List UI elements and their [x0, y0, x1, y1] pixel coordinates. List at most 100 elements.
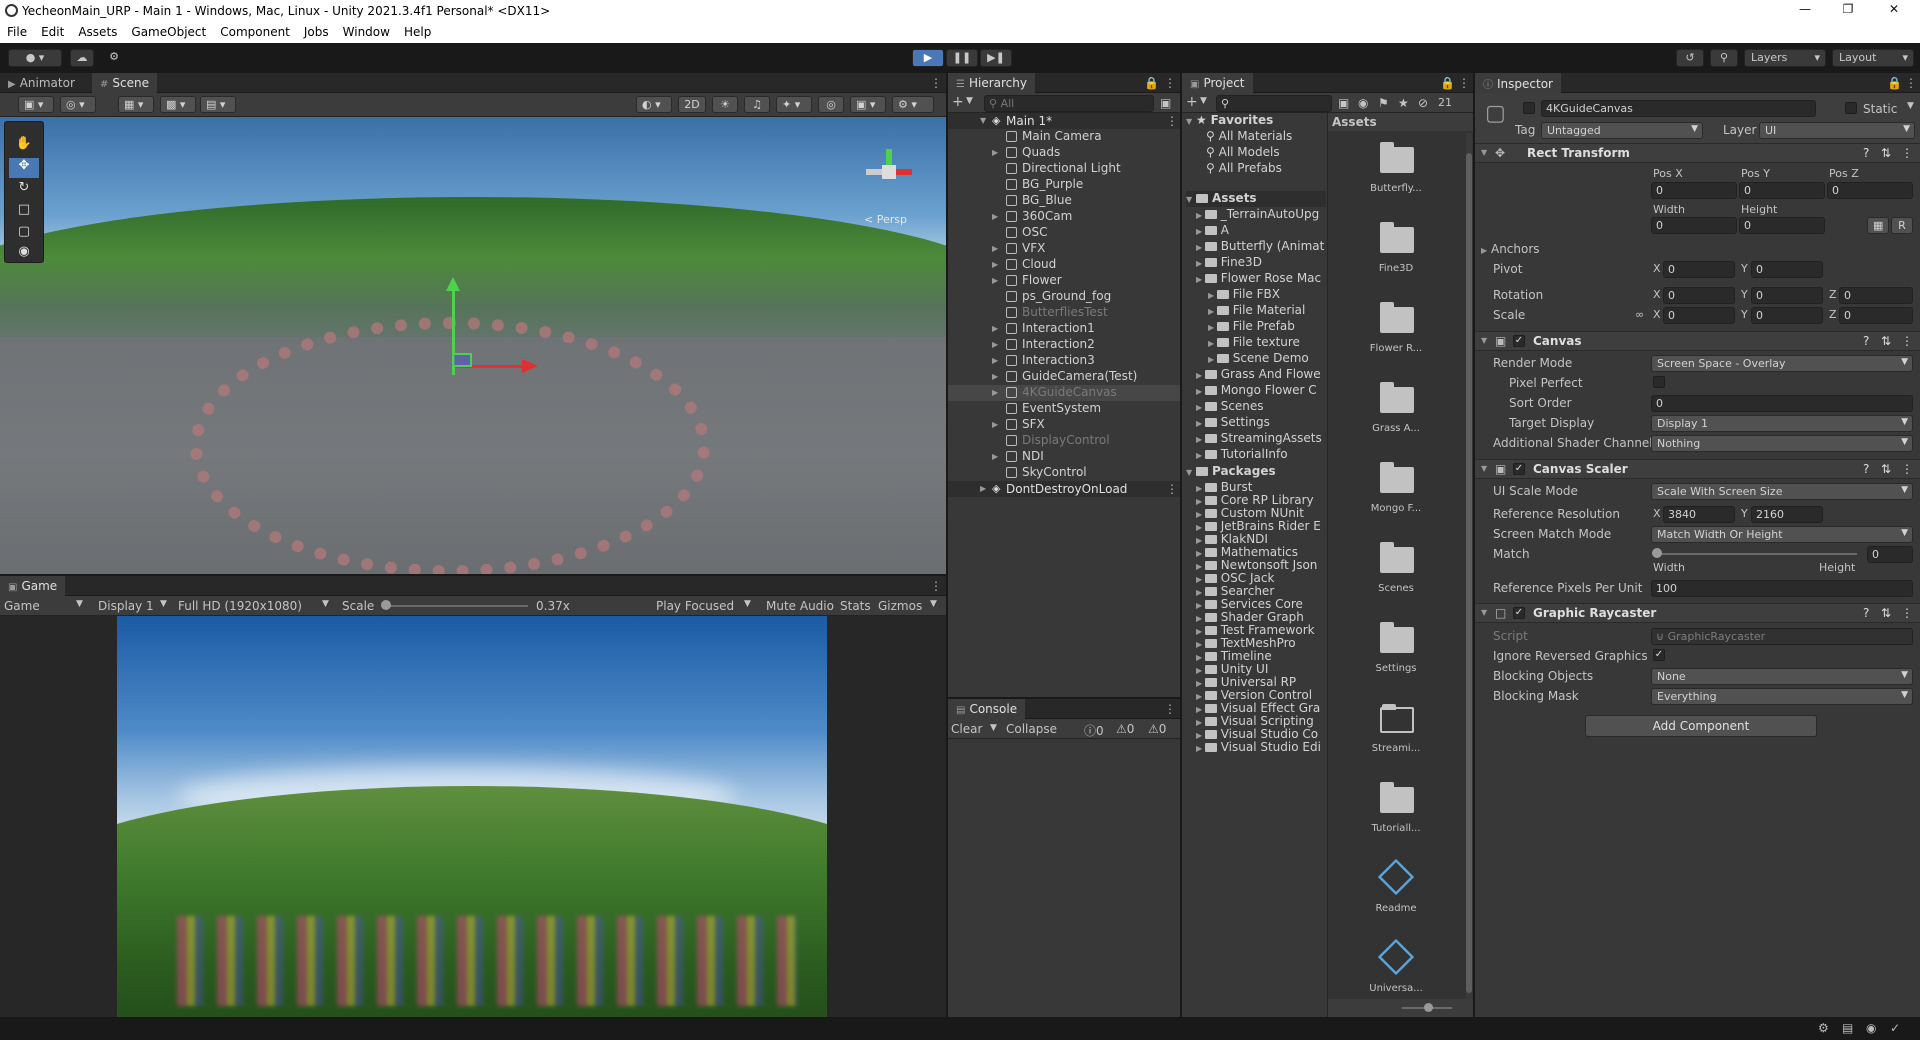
filter-icon[interactable]: ◉ [1358, 96, 1368, 110]
ignore-reversed-checkbox[interactable]: ✓ [1653, 649, 1665, 661]
grid-asset[interactable]: Grass A... [1338, 373, 1458, 451]
anchors-row[interactable]: ▶ Anchors [1481, 242, 1540, 256]
layers-dropdown[interactable]: Layers ▾ [1744, 49, 1826, 67]
grid-asset[interactable]: Flower R... [1338, 293, 1458, 371]
asset-folder[interactable]: ▶ Fine3D [1196, 255, 1326, 271]
expand-arrow-icon[interactable]: ▶ [1196, 627, 1205, 636]
packages-header[interactable]: ▼ Packages [1186, 464, 1276, 480]
resolution-dropdown[interactable]: Full HD (1920x1080) [178, 599, 302, 613]
mute-audio-button[interactable]: Mute Audio [766, 599, 834, 613]
game-view-dropdown[interactable]: Game [4, 599, 40, 613]
cloud-icon[interactable]: ☁ [70, 49, 94, 67]
canvas-header[interactable]: ▼ ▣ ✓ Canvas ? ⇅ ⋮ [1475, 331, 1920, 351]
global-dropdown[interactable]: ◎ ▾ [60, 96, 96, 113]
expand-arrow-icon[interactable]: ▶ [1208, 291, 1217, 300]
expand-arrow-icon[interactable]: ▶ [992, 212, 998, 221]
asset-folder[interactable]: ▶ Settings [1196, 415, 1326, 431]
component-menu-icon[interactable]: ⋮ [1901, 334, 1913, 348]
asset-folder[interactable]: ▶ Scenes [1196, 399, 1326, 415]
progress-icon[interactable]: ▤ [1842, 1021, 1853, 1035]
help-icon[interactable]: ? [1863, 334, 1869, 348]
menu-window[interactable]: Window [336, 22, 397, 39]
hierarchy-item[interactable]: ps_Ground_fog [948, 289, 1180, 305]
expand-arrow-icon[interactable]: ▶ [992, 260, 998, 269]
expand-arrow-icon[interactable]: ▶ [1196, 387, 1205, 396]
match-value-field[interactable]: 0 [1867, 546, 1913, 563]
persp-label[interactable]: < Persp [864, 213, 907, 226]
favorite-item[interactable]: ⚲ All Models [1206, 145, 1280, 161]
expand-arrow-icon[interactable]: ▶ [1196, 510, 1205, 519]
expand-arrow-icon[interactable]: ▶ [1196, 211, 1205, 220]
posy-field[interactable]: 0 [1739, 182, 1825, 199]
scene-menu-icon[interactable]: ⋮ [1166, 114, 1178, 128]
hierarchy-item[interactable]: ButterfliesTest [948, 305, 1180, 321]
info-count-button[interactable]: ⓘ0 [1084, 722, 1104, 739]
target-display-dropdown[interactable]: Display 1 ▼ [1651, 415, 1913, 432]
pixel-perfect-checkbox[interactable] [1653, 376, 1665, 388]
game-render[interactable] [117, 616, 827, 1017]
expand-arrow-icon[interactable]: ▶ [1196, 549, 1205, 558]
tag-dropdown[interactable]: Untagged ▼ [1541, 122, 1703, 139]
play-button[interactable]: ▶ [912, 49, 944, 67]
expand-arrow-icon[interactable]: ▶ [1196, 227, 1205, 236]
expand-arrow-icon[interactable]: ▶ [1196, 666, 1205, 675]
hierarchy-search-input[interactable]: ⚲ All [984, 95, 1154, 112]
blocking-mask-dropdown[interactable]: Everything ▼ [1651, 688, 1913, 705]
layer-dropdown[interactable]: UI ▼ [1759, 122, 1915, 139]
expand-arrow-icon[interactable]: ▶ [1196, 588, 1205, 597]
expand-arrow-icon[interactable]: ▶ [992, 244, 998, 253]
expand-arrow-icon[interactable]: ▶ [1196, 275, 1205, 284]
expand-arrow-icon[interactable]: ▶ [992, 452, 998, 461]
pivot-y-field[interactable]: 0 [1751, 261, 1823, 278]
tab-game[interactable]: ▣ Game [0, 576, 66, 596]
rotation-z-field[interactable]: 0 [1839, 287, 1913, 304]
raycaster-enabled-checkbox[interactable]: ✓ [1513, 607, 1525, 619]
expand-arrow-icon[interactable]: ▶ [992, 388, 998, 397]
expand-arrow-icon[interactable]: ▼ [1186, 468, 1192, 477]
add-icon[interactable]: + [1186, 94, 1198, 110]
hierarchy-item[interactable]: BG_Blue [948, 193, 1180, 209]
lock-icon[interactable]: 🔒 [1887, 76, 1902, 90]
expand-arrow-icon[interactable]: ▼ [1481, 608, 1487, 617]
collab-icon[interactable]: ⚙ [104, 49, 124, 67]
expand-arrow-icon[interactable]: ▶ [980, 484, 986, 493]
label-icon[interactable]: ⚑ [1378, 96, 1389, 110]
favorite-item[interactable]: ⚲ All Materials [1206, 129, 1292, 145]
effects-dropdown[interactable]: ✦ ▾ [776, 96, 812, 113]
expand-arrow-icon[interactable]: ▶ [992, 148, 998, 157]
constrain-link-icon[interactable]: ∞ [1635, 308, 1644, 321]
row-menu-icon[interactable]: ⋮ [1166, 482, 1178, 496]
hierarchy-item[interactable]: SkyControl [948, 465, 1180, 481]
expand-arrow-icon[interactable]: ▶ [1196, 536, 1205, 545]
ref-x-field[interactable]: 3840 [1663, 506, 1735, 523]
expand-arrow-icon[interactable]: ▶ [1196, 243, 1205, 252]
add-icon[interactable]: + [952, 94, 964, 110]
hierarchy-item[interactable]: ▶ SFX [948, 417, 1180, 433]
check-icon[interactable]: ✓ [1890, 1021, 1900, 1035]
expand-arrow-icon[interactable]: ▶ [1196, 692, 1205, 701]
expand-arrow-icon[interactable]: ▶ [1208, 323, 1217, 332]
console-log[interactable] [948, 739, 1180, 1017]
expand-arrow-icon[interactable]: ▶ [1196, 435, 1205, 444]
match-slider-track[interactable] [1657, 553, 1857, 555]
rect-transform-header[interactable]: ▼ ✥ Rect Transform ? ⇅ ⋮ [1475, 143, 1920, 163]
rotate-tool-icon[interactable]: ↻ [9, 180, 39, 200]
expand-arrow-icon[interactable]: ▶ [1196, 744, 1205, 753]
preset-icon[interactable]: ⇅ [1881, 146, 1891, 160]
move-tool-icon[interactable]: ✥ [9, 158, 39, 178]
console-menu-icon[interactable]: ⋮ [1164, 702, 1176, 716]
scale-z-field[interactable]: 0 [1839, 307, 1913, 324]
scale-y-field[interactable]: 0 [1751, 307, 1823, 324]
hierarchy-item[interactable]: BG_Purple [948, 177, 1180, 193]
hierarchy-item[interactable]: ▶ Cloud [948, 257, 1180, 273]
chevron-down-icon[interactable]: ▼ [1907, 101, 1914, 111]
hierarchy-item[interactable]: OSC [948, 225, 1180, 241]
expand-arrow-icon[interactable]: ▶ [1196, 562, 1205, 571]
expand-arrow-icon[interactable]: ▶ [1196, 497, 1205, 506]
scene-visibility-icon[interactable]: ▣ [1160, 96, 1171, 110]
align-dropdown[interactable]: ▤ ▾ [200, 96, 236, 113]
component-menu-icon[interactable]: ⋮ [1901, 462, 1913, 476]
menu-edit[interactable]: Edit [34, 22, 71, 39]
help-icon[interactable]: ? [1863, 606, 1869, 620]
hierarchy-menu-icon[interactable]: ⋮ [1164, 76, 1176, 90]
